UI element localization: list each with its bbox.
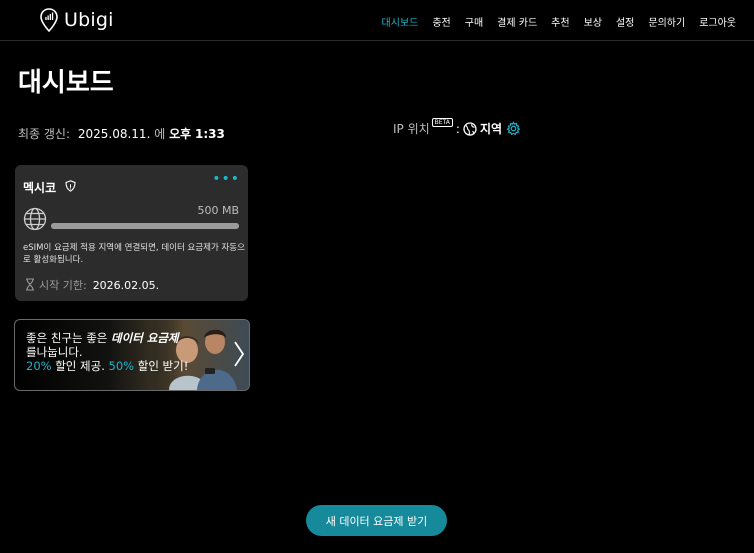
data-usage-bar xyxy=(51,223,239,229)
last-updated-ampm: 오후 xyxy=(169,127,192,141)
last-updated-connector: 에 xyxy=(154,127,166,141)
get-new-data-plan-button[interactable]: 새 데이터 요금제 받기 xyxy=(306,505,447,536)
ubigi-logo[interactable]: Ubigi xyxy=(40,8,114,32)
activation-note: eSIM이 요금제 적용 지역에 연결되면, 데이터 요금제가 자동으로 활성화… xyxy=(23,243,245,265)
ip-colon: : xyxy=(455,121,460,136)
nav-item-contact[interactable]: 문의하기 xyxy=(648,14,685,29)
chevron-right-icon[interactable] xyxy=(233,340,245,368)
promo-percent-get: 50% xyxy=(108,359,135,373)
data-usage-fill xyxy=(51,223,239,229)
nav-item-payment-card[interactable]: 결제 카드 xyxy=(497,14,537,29)
promo-end: 할인 받기! xyxy=(134,359,189,373)
promo-line1-emphasis: 데이터 요금제 xyxy=(111,331,179,345)
beta-badge: BETA xyxy=(431,118,453,127)
more-options-icon[interactable]: ••• xyxy=(212,171,240,187)
location-pin-icon xyxy=(40,8,58,32)
nav-item-settings[interactable]: 설정 xyxy=(616,14,634,29)
hourglass-icon xyxy=(26,278,34,291)
start-deadline-label: 시작 기한: xyxy=(39,279,87,292)
last-updated-label: 최종 갱신: xyxy=(18,127,71,141)
ip-location-label: IP 위치 xyxy=(393,122,430,136)
plan-data-amount: 500 MB xyxy=(197,204,239,217)
nav-item-purchase[interactable]: 구매 xyxy=(465,14,483,29)
shield-info-icon[interactable] xyxy=(65,180,76,192)
esim-plan-card[interactable]: 멕시코 ••• 500 MB eSIM이 요금제 적용 지역에 연결되면, 데이… xyxy=(15,165,248,301)
ip-location: IP 위치 BETA : 지역 xyxy=(393,118,521,137)
promo-line1: 좋은 친구는 좋은 xyxy=(26,331,112,345)
last-updated-time: 1:33 xyxy=(195,127,225,141)
main-nav: 대시보드 충전 구매 결제 카드 추천 보상 설정 문의하기 로그아웃 xyxy=(368,14,736,29)
nav-item-dashboard[interactable]: 대시보드 xyxy=(382,14,419,29)
nav-item-logout[interactable]: 로그아웃 xyxy=(699,14,736,29)
gear-icon[interactable] xyxy=(506,121,521,136)
promo-percent-give: 20% xyxy=(26,359,52,373)
promo-text: 좋은 친구는 좋은 데이터 요금제 를나눕니다. 20% 할인 제공. 50% … xyxy=(26,331,188,373)
promo-mid: 할인 제공. xyxy=(51,359,109,373)
start-deadline-date: 2026.02.05. xyxy=(92,279,160,292)
last-updated: 최종 갱신: 2025.08.11. 에 오후 1:33 xyxy=(18,125,225,142)
nav-item-referral[interactable]: 추천 xyxy=(551,14,569,29)
ip-region: 지역 xyxy=(479,122,503,136)
referral-promo-banner[interactable]: 좋은 친구는 좋은 데이터 요금제 를나눕니다. 20% 할인 제공. 50% … xyxy=(14,319,250,391)
nav-item-rewards[interactable]: 보상 xyxy=(584,14,602,29)
top-header: Ubigi 대시보드 충전 구매 결제 카드 추천 보상 설정 문의하기 로그아… xyxy=(0,0,754,41)
globe-icon xyxy=(463,121,477,136)
promo-line2: 를나눕니다. xyxy=(26,345,83,359)
globe-icon xyxy=(23,207,47,231)
plan-country: 멕시코 xyxy=(23,181,57,195)
last-updated-date: 2025.08.11. xyxy=(77,127,151,141)
nav-item-top-up[interactable]: 충전 xyxy=(432,14,450,29)
logo-text: Ubigi xyxy=(64,9,114,31)
start-deadline: 시작 기한: 2026.02.05. xyxy=(39,277,159,293)
page-title: 대시보드 xyxy=(18,68,114,98)
